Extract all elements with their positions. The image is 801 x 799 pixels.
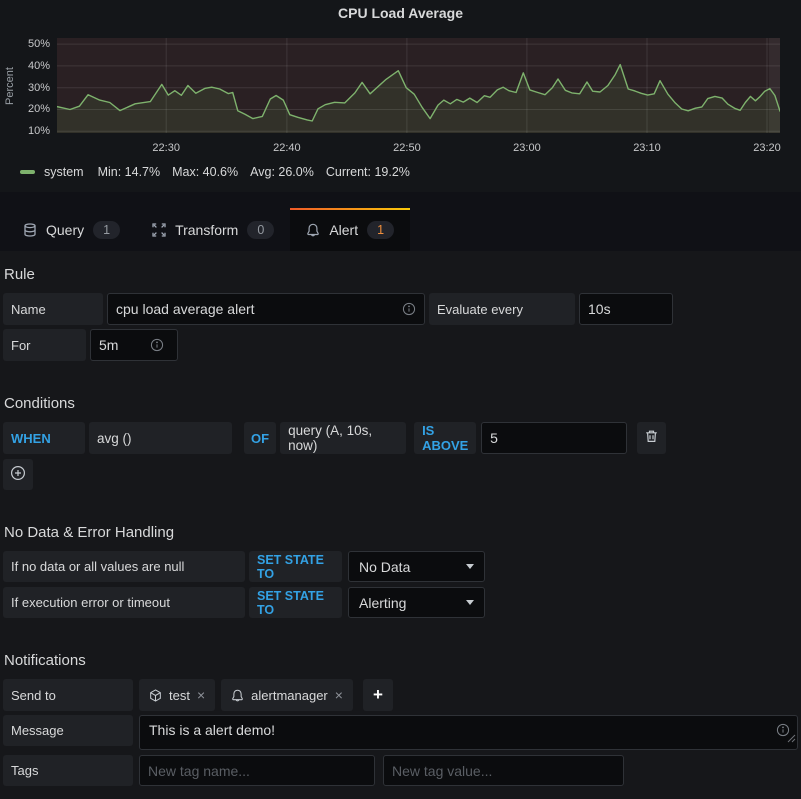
y-tick: 10%	[0, 125, 50, 137]
tab-label: Query	[46, 222, 84, 238]
database-icon	[23, 223, 37, 237]
x-tick: 23:00	[505, 142, 549, 154]
x-tick: 23:20	[745, 142, 789, 154]
timeseries-graph[interactable]	[57, 38, 780, 133]
notification-chip-test: test ×	[139, 679, 215, 711]
of-keyword: OF	[244, 422, 276, 454]
alert-tab-content: Rule Name Evaluate every For Conditions …	[0, 266, 801, 786]
tag-name-input[interactable]	[139, 755, 375, 786]
add-condition-button[interactable]	[3, 459, 33, 490]
legend-stat: Current: 19.2%	[326, 165, 410, 179]
rule-name-label: Name	[3, 293, 103, 325]
no-data-condition-label: If no data or all values are null	[3, 551, 245, 582]
bell-icon	[231, 689, 244, 702]
transform-count-badge: 0	[247, 221, 274, 239]
y-tick: 30%	[0, 82, 50, 94]
legend-stats: Min: 14.7% Max: 40.6% Avg: 26.0% Current: 1…	[98, 165, 422, 179]
chevron-down-icon	[466, 564, 474, 569]
notifications-heading: Notifications	[4, 652, 798, 669]
message-textarea[interactable]: This is a alert demo!	[139, 715, 798, 750]
no-data-heading: No Data & Error Handling	[4, 524, 798, 541]
error-state-dropdown[interactable]: Alerting	[348, 587, 485, 618]
tab-label: Alert	[329, 222, 358, 238]
legend-stat: Avg: 26.0%	[250, 165, 314, 179]
legend-stat: Min: 14.7%	[98, 165, 161, 179]
legend-series-name[interactable]: system	[44, 165, 84, 179]
aggregation-selector[interactable]: avg ()	[89, 422, 232, 454]
for-label: For	[3, 329, 86, 361]
evaluate-every-input[interactable]	[579, 293, 673, 325]
trash-icon	[644, 429, 659, 447]
evaluate-every-label: Evaluate every	[429, 293, 575, 325]
no-data-state-dropdown[interactable]: No Data	[348, 551, 485, 582]
y-tick: 20%	[0, 103, 50, 115]
legend-stat: Max: 40.6%	[172, 165, 238, 179]
tab-query[interactable]: Query 1	[7, 208, 136, 251]
tag-value-input[interactable]	[383, 755, 624, 786]
webhook-icon	[149, 689, 162, 702]
rule-name-input[interactable]	[107, 293, 425, 325]
cpu-load-plot[interactable]	[57, 38, 780, 133]
x-tick: 23:10	[625, 142, 669, 154]
delete-condition-button[interactable]	[637, 422, 666, 454]
notification-chip-alertmanager: alertmanager ×	[221, 679, 353, 711]
y-tick: 50%	[0, 38, 50, 50]
x-tick: 22:50	[385, 142, 429, 154]
plus-circle-icon	[10, 465, 26, 484]
message-label: Message	[3, 715, 133, 746]
when-keyword: WHEN	[3, 422, 85, 454]
remove-recipient-icon[interactable]: ×	[335, 688, 343, 702]
tab-label: Transform	[175, 222, 238, 238]
threshold-input[interactable]	[481, 422, 627, 454]
x-tick: 22:30	[144, 142, 188, 154]
legend: system Min: 14.7% Max: 40.6% Avg: 26.0% Cur…	[20, 165, 422, 179]
panel-title[interactable]: CPU Load Average	[0, 0, 801, 21]
chart-panel: CPU Load Average Percent 10%20%30%40%50%…	[0, 0, 801, 192]
transform-icon	[152, 223, 166, 237]
remove-recipient-icon[interactable]: ×	[197, 688, 205, 702]
conditions-heading: Conditions	[4, 395, 798, 412]
bell-icon	[306, 223, 320, 237]
panel-editor-tabbar: Query 1 Transform 0 Alert 1	[0, 192, 801, 251]
add-notification-button[interactable]: +	[363, 679, 393, 711]
query-count-badge: 1	[93, 221, 120, 239]
rule-heading: Rule	[4, 266, 798, 283]
query-part-selector[interactable]: query (A, 10s, now)	[280, 422, 406, 454]
chevron-down-icon	[466, 600, 474, 605]
series-color-swatch	[20, 170, 35, 174]
send-to-label: Send to	[3, 679, 133, 711]
set-state-to-keyword: SET STATE TO	[249, 587, 342, 618]
info-icon	[402, 302, 416, 316]
evaluator-selector[interactable]: IS ABOVE	[414, 422, 476, 454]
tab-transform[interactable]: Transform 0	[136, 208, 290, 251]
info-icon	[150, 338, 164, 352]
set-state-to-keyword: SET STATE TO	[249, 551, 342, 582]
y-tick: 40%	[0, 60, 50, 72]
x-tick: 22:40	[265, 142, 309, 154]
alert-count-badge: 1	[367, 221, 394, 239]
error-condition-label: If execution error or timeout	[3, 587, 245, 618]
for-input[interactable]	[90, 329, 178, 361]
tags-label: Tags	[3, 755, 133, 786]
resize-handle[interactable]	[787, 730, 796, 748]
tab-alert[interactable]: Alert 1	[290, 208, 410, 251]
